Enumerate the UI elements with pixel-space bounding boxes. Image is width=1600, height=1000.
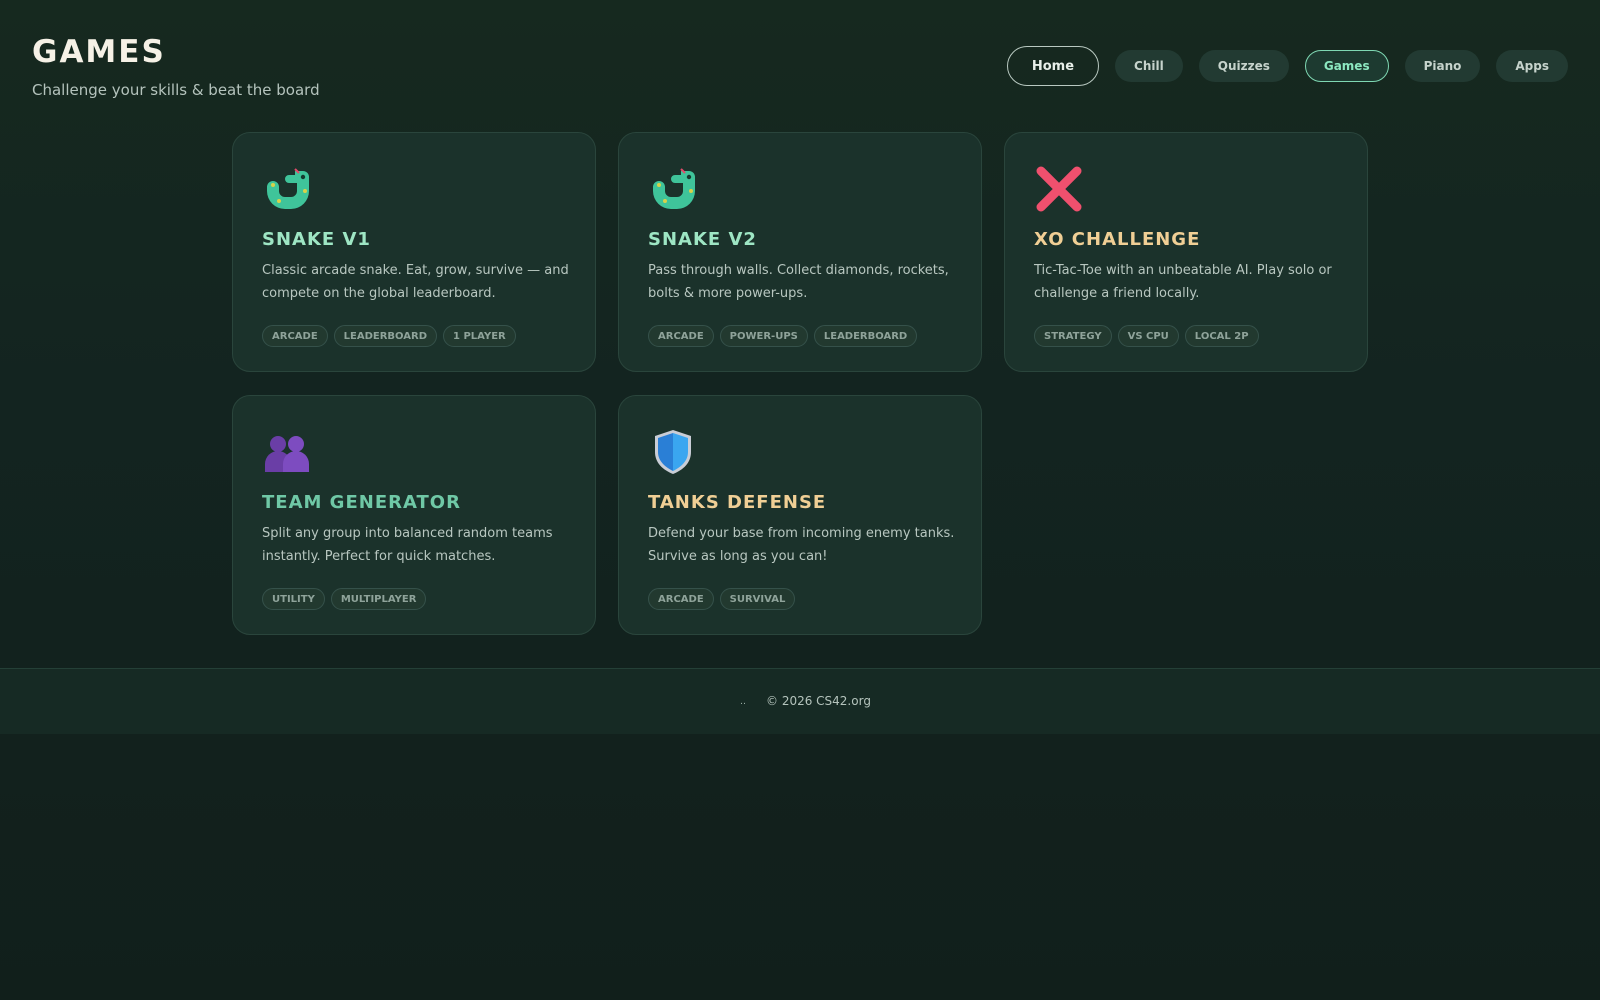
tag: POWER-UPS bbox=[719, 325, 808, 347]
page-subtitle: Challenge your skills & beat the board bbox=[32, 81, 320, 99]
shield-icon bbox=[647, 426, 699, 478]
card-title: SNAKE V1 bbox=[262, 229, 371, 250]
game-card-team-generator[interactable]: TEAM GENERATOR Split any group into bala… bbox=[232, 395, 596, 635]
card-description: Tic-Tac-Toe with an unbeatable AI. Play … bbox=[1034, 263, 1332, 301]
card-title: TEAM GENERATOR bbox=[262, 492, 461, 513]
tag: UTILITY bbox=[262, 588, 325, 610]
nav-home[interactable]: Home bbox=[1006, 46, 1100, 86]
top-nav: Home Chill Quizzes Games Piano Apps bbox=[1006, 46, 1568, 86]
users-icon bbox=[261, 426, 313, 478]
game-card-xo-challenge[interactable]: XO CHALLENGE Tic-Tac-Toe with an unbeata… bbox=[1004, 132, 1368, 372]
page-title: GAMES bbox=[32, 34, 166, 70]
card-title: XO CHALLENGE bbox=[1034, 229, 1201, 250]
footer-copyright: © 2026 CS42.org bbox=[766, 694, 871, 708]
tag: LOCAL 2P bbox=[1184, 325, 1259, 347]
tag: LEADERBOARD bbox=[333, 325, 438, 347]
tag: ARCADE bbox=[262, 325, 328, 347]
card-tags: UTILITY MULTIPLAYER bbox=[262, 588, 427, 610]
game-card-tanks-defense[interactable]: TANKS DEFENSE Defend your base from inco… bbox=[618, 395, 982, 635]
tag: ARCADE bbox=[648, 325, 714, 347]
card-title: TANKS DEFENSE bbox=[648, 492, 827, 513]
snake-icon bbox=[261, 163, 313, 215]
card-tags: ARCADE SURVIVAL bbox=[648, 588, 796, 610]
tag: STRATEGY bbox=[1034, 325, 1112, 347]
tag: LEADERBOARD bbox=[813, 325, 918, 347]
nav-games[interactable]: Games bbox=[1304, 50, 1389, 82]
nav-apps[interactable]: Apps bbox=[1496, 50, 1568, 82]
tag: ARCADE bbox=[648, 588, 714, 610]
card-description: Classic arcade snake. Eat, grow, survive… bbox=[262, 263, 569, 301]
card-tags: ARCADE LEADERBOARD 1 PLAYER bbox=[262, 325, 516, 347]
tag: 1 PLAYER bbox=[443, 325, 516, 347]
card-tags: ARCADE POWER-UPS LEADERBOARD bbox=[648, 325, 918, 347]
card-description: Split any group into balanced random tea… bbox=[262, 526, 553, 564]
card-description: Defend your base from incoming enemy tan… bbox=[648, 526, 955, 564]
page-header: GAMES Challenge your skills & beat the b… bbox=[0, 0, 1600, 120]
nav-chill[interactable]: Chill bbox=[1115, 50, 1183, 82]
tag: VS CPU bbox=[1117, 325, 1179, 347]
tag: SURVIVAL bbox=[719, 588, 796, 610]
nav-piano[interactable]: Piano bbox=[1404, 50, 1481, 82]
nav-quizzes[interactable]: Quizzes bbox=[1198, 50, 1289, 82]
snake-icon bbox=[647, 163, 699, 215]
footer-mark: ‥ bbox=[740, 697, 747, 707]
game-card-snake-v2[interactable]: SNAKE V2 Pass through walls. Collect dia… bbox=[618, 132, 982, 372]
cross-mark-icon bbox=[1033, 163, 1085, 215]
game-card-snake-v1[interactable]: SNAKE V1 Classic arcade snake. Eat, grow… bbox=[232, 132, 596, 372]
card-title: SNAKE V2 bbox=[648, 229, 757, 250]
card-tags: STRATEGY VS CPU LOCAL 2P bbox=[1034, 325, 1259, 347]
tag: MULTIPLAYER bbox=[330, 588, 427, 610]
page-footer: ‥ © 2026 CS42.org bbox=[0, 668, 1600, 734]
card-description: Pass through walls. Collect diamonds, ro… bbox=[648, 263, 949, 301]
